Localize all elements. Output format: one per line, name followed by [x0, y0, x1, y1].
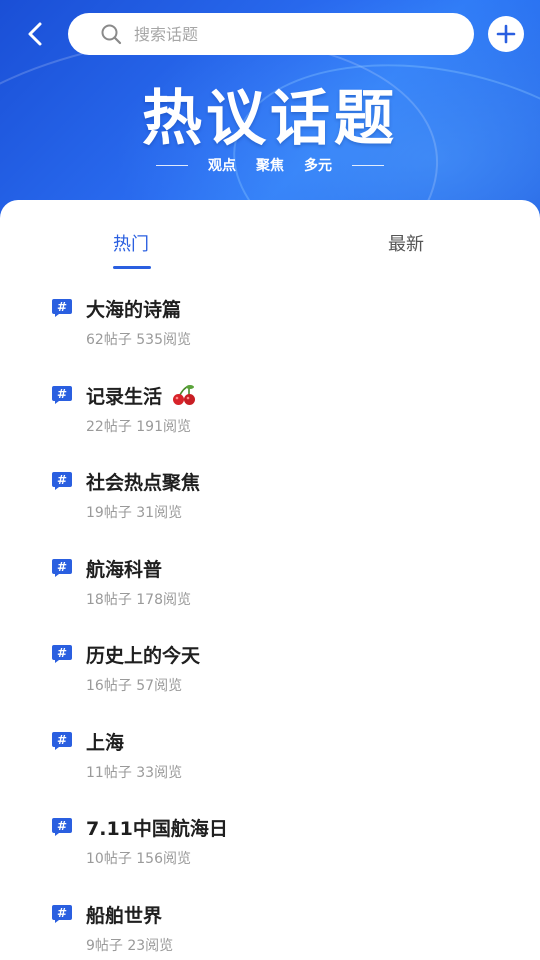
topic-item[interactable]: # 上海 11帖子 33阅览 [0, 728, 540, 815]
svg-text:#: # [57, 906, 67, 920]
topic-item[interactable]: # 7.11中国航海日 10帖子 156阅览 [0, 814, 540, 901]
tab-hot[interactable]: 热门 [113, 230, 149, 256]
topic-title: 社会热点聚焦 [86, 472, 201, 494]
tab-latest[interactable]: 最新 [388, 230, 424, 256]
search-input[interactable] [134, 24, 434, 44]
content-card: 热门 最新 # 大海的诗篇 62帖子 535阅览 # 记录生活 22帖子 191… [0, 200, 540, 960]
topic-title: 历史上的今天 [86, 645, 201, 667]
search-bar[interactable] [68, 13, 474, 55]
topic-title-wrap: 记录生活 [86, 382, 197, 409]
back-button[interactable] [18, 16, 52, 52]
svg-text:#: # [57, 560, 67, 574]
hashtag-icon: # [52, 385, 72, 404]
chevron-left-icon [28, 22, 42, 46]
add-topic-button[interactable] [488, 16, 524, 52]
topic-stats: 18帖子 178阅览 [86, 591, 191, 608]
top-bar [0, 10, 540, 58]
topic-title: 上海 [86, 731, 125, 754]
cherry-icon [172, 384, 195, 405]
svg-text:#: # [57, 473, 67, 487]
topic-title: 船舶世界 [86, 904, 163, 927]
banner-subtitle-word: 聚焦 [256, 158, 284, 174]
topic-item[interactable]: # 历史上的今天 16帖子 57阅览 [0, 641, 540, 728]
topic-item[interactable]: # 船舶世界 9帖子 23阅览 [0, 901, 540, 960]
topic-item[interactable]: # 社会热点聚焦 19帖子 31阅览 [0, 468, 540, 555]
svg-text:#: # [57, 387, 67, 401]
topic-stats: 16帖子 57阅览 [86, 678, 183, 694]
active-tab-indicator [113, 266, 151, 269]
topic-stats: 62帖子 535阅览 [86, 332, 191, 348]
topic-stats: 19帖子 31阅览 [86, 505, 183, 521]
topic-title: 航海科普 [86, 558, 163, 581]
hashtag-icon: # [52, 645, 72, 663]
divider-line [352, 164, 384, 166]
svg-text:#: # [57, 300, 67, 314]
topic-stats: 11帖子 33阅览 [86, 764, 183, 781]
hashtag-icon: # [52, 818, 72, 836]
banner-title: 热议话题 [142, 84, 398, 154]
svg-text:#: # [57, 819, 67, 833]
topic-item[interactable]: # 记录生活 22帖子 191阅览 [0, 382, 540, 469]
banner-subtitle: 观点 聚焦 多元 [0, 155, 540, 175]
hashtag-icon: # [52, 904, 72, 923]
divider-line [156, 164, 188, 166]
topic-stats: 22帖子 191阅览 [86, 418, 191, 435]
svg-text:#: # [57, 646, 67, 660]
topic-item[interactable]: # 航海科普 18帖子 178阅览 [0, 555, 540, 642]
topic-title: 记录生活 [86, 385, 163, 408]
topic-title: 7.11中国航海日 [86, 818, 228, 840]
banner-subtitle-word: 观点 [208, 158, 236, 174]
topic-item[interactable]: # 大海的诗篇 62帖子 535阅览 [0, 295, 540, 382]
hashtag-icon: # [52, 558, 72, 577]
svg-text:#: # [57, 733, 67, 747]
search-icon [101, 24, 122, 45]
screen: 热议话题 观点 聚焦 多元 热门 最新 # 大海的诗篇 62帖子 535阅览 [0, 0, 540, 960]
topic-list: # 大海的诗篇 62帖子 535阅览 # 记录生活 22帖子 191阅览 # 社… [0, 295, 540, 960]
tab-bar: 热门 最新 [0, 230, 540, 270]
hashtag-icon: # [52, 472, 72, 490]
hashtag-icon: # [52, 731, 72, 750]
topic-stats: 10帖子 156阅览 [86, 851, 191, 867]
topic-title: 大海的诗篇 [86, 299, 182, 321]
banner-subtitle-word: 多元 [304, 158, 332, 174]
plus-icon [496, 24, 516, 44]
hashtag-icon: # [52, 299, 72, 317]
topic-stats: 9帖子 23阅览 [86, 937, 174, 954]
